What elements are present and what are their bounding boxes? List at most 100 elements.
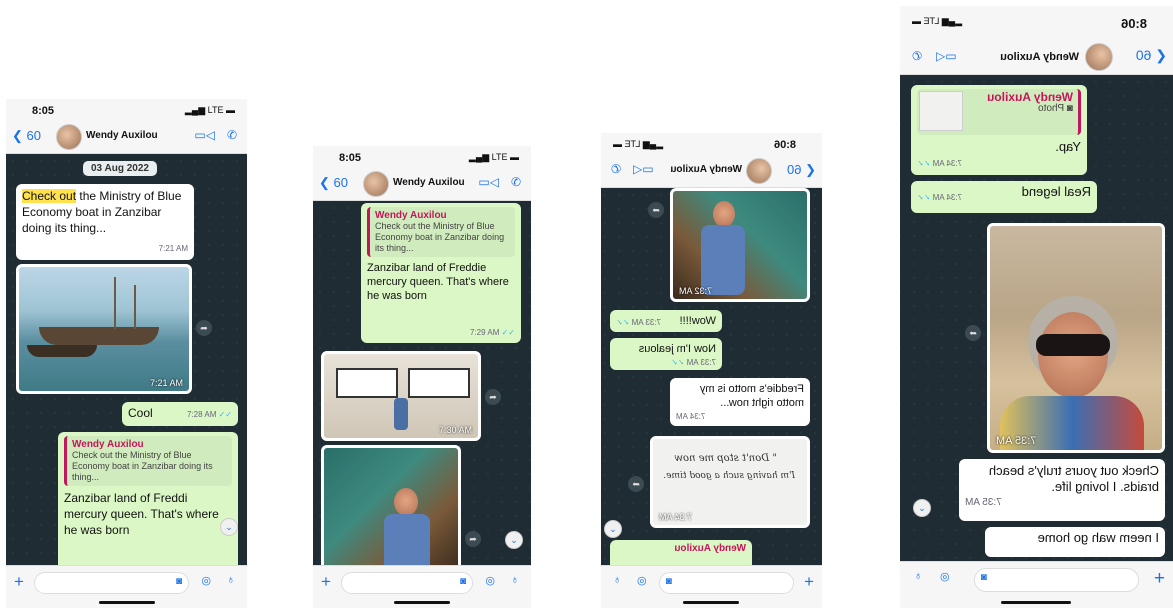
photo-time: 7:34 AM (659, 512, 693, 522)
signal-indicator: ▂▄▆ LTE ▬ (912, 16, 963, 26)
chat-area[interactable]: 7:32 AM ➦ Wow!!!! 7:33 AM ✓✓ Now I'm jea… (601, 188, 822, 566)
camera-icon[interactable]: ◎ (637, 574, 647, 587)
quoted-message[interactable]: Wendy Auxilou Check out the Ministry of … (367, 207, 515, 257)
boat-photo[interactable]: 7:21 AM (16, 264, 192, 394)
scroll-down-button[interactable]: ⌄ (220, 518, 238, 536)
home-indicator (394, 601, 450, 604)
bar-photo[interactable]: 7:32 AM (670, 188, 810, 302)
message-input[interactable]: ◙ (341, 572, 473, 594)
forward-icon[interactable]: ➦ (628, 476, 644, 492)
phone-screen-4: 8:06 ▂▄▆ LTE ▬ ❮ 60 Wendy Auxilou ▭◁ ✆ W… (900, 6, 1173, 608)
message-bubble[interactable]: Check out yours truly's beach braids. I … (959, 459, 1165, 521)
framed-picture (408, 368, 470, 398)
avatar[interactable] (363, 171, 389, 197)
read-ticks-icon: ✓✓ (671, 358, 685, 367)
message-bubble[interactable]: Cool 7:28 AM ✓✓ (122, 402, 238, 426)
status-bar: 8:06 ▂▄▆ LTE ▬ (601, 133, 822, 155)
plus-icon[interactable]: + (321, 572, 331, 592)
message-text: Zanzibar land of Freddi mercury queen. T… (64, 491, 219, 537)
message-bubble[interactable]: Wendy Auxilou Check out the Ministry of … (58, 432, 238, 566)
read-ticks-icon: ✓✓ (917, 193, 931, 202)
scroll-down-button[interactable]: ⌄ (604, 520, 622, 538)
status-time: 8:05 (32, 105, 55, 117)
status-time: 8:05 (339, 152, 362, 164)
plus-icon[interactable]: + (804, 572, 814, 592)
contact-name[interactable]: Wendy Auxilou (670, 164, 742, 175)
scroll-down-button[interactable]: ⌄ (505, 531, 523, 549)
message-input[interactable]: ◙ (34, 572, 189, 594)
scroll-down-button[interactable]: ⌄ (913, 499, 931, 517)
beach-selfie-photo[interactable]: 7:35 AM (987, 223, 1165, 453)
chat-area[interactable]: Wendy Auxilou Check out the Ministry of … (313, 201, 531, 566)
contact-name[interactable]: Wendy Auxilou (1000, 51, 1079, 63)
message-input[interactable]: ◙ (974, 568, 1139, 592)
person-shape (394, 488, 418, 516)
phone-icon[interactable]: ✆ (227, 128, 237, 142)
person-shape (394, 398, 408, 430)
signal-indicator: ▂▄▆ LTE ▬ (184, 105, 235, 115)
forward-icon[interactable]: ➦ (465, 531, 481, 547)
person-body (701, 225, 745, 295)
forward-icon[interactable]: ➦ (196, 320, 212, 336)
forward-icon[interactable]: ➦ (485, 389, 501, 405)
camera-icon[interactable]: ◎ (485, 574, 495, 587)
chat-area[interactable]: Wendy Auxilou ◙ Photo Yap. 7:34 AM ✓✓ Re… (900, 75, 1173, 562)
quoted-thumbnail (919, 91, 963, 131)
back-button[interactable]: ❮ 60 (12, 128, 41, 144)
message-input[interactable]: ◙ (659, 572, 794, 594)
avatar[interactable] (56, 124, 82, 150)
mic-icon[interactable]: ♁ (227, 574, 235, 586)
read-ticks-icon: ✓✓ (616, 318, 630, 327)
composer-bar: + ◙ ◎ ♁ (6, 565, 247, 608)
message-bubble[interactable]: Wow!!!! 7:33 AM ✓✓ (610, 310, 722, 332)
quoted-sender: Wendy Auxilou (986, 90, 1073, 104)
message-bubble[interactable]: Wendy Auxilou (610, 540, 752, 566)
home-indicator (683, 601, 740, 604)
mic-icon[interactable]: ♁ (613, 574, 621, 586)
plus-icon[interactable]: + (1154, 568, 1165, 590)
avatar[interactable] (1085, 43, 1113, 71)
message-bubble[interactable]: Freddie's motto is my motto right now...… (670, 378, 810, 426)
back-button[interactable]: ❮ 60 (1136, 47, 1167, 64)
quoted-text: Check out the Ministry of Blue Economy b… (375, 221, 505, 253)
wall-photo[interactable]: 7:30 AM (321, 351, 481, 441)
back-button[interactable]: ❮ 60 (319, 175, 348, 191)
sticker-icon[interactable]: ◙ (666, 576, 672, 587)
message-bubble[interactable]: Real legend 7:34 AM ✓✓ (911, 181, 1097, 213)
quoted-message[interactable]: Wendy Auxilou Check out the Ministry of … (64, 436, 232, 486)
contact-name[interactable]: Wendy Auxilou (86, 130, 158, 141)
read-ticks-icon: ✓✓ (501, 328, 515, 337)
mic-icon[interactable]: ♁ (511, 574, 519, 586)
message-bubble[interactable]: I neem wah go home (985, 527, 1165, 557)
phone-icon[interactable]: ✆ (912, 49, 922, 63)
camera-icon[interactable]: ◎ (940, 570, 950, 583)
message-bubble[interactable]: Wendy Auxilou ◙ Photo Yap. 7:34 AM ✓✓ (911, 85, 1087, 175)
bar-photo[interactable] (321, 445, 461, 566)
video-icon[interactable]: ▭◁ (936, 49, 957, 63)
quoted-message[interactable]: Wendy Auxilou ◙ Photo (917, 89, 1081, 135)
phone-icon[interactable]: ✆ (611, 162, 621, 176)
sticker-icon[interactable]: ◙ (460, 576, 466, 587)
plus-icon[interactable]: + (14, 572, 24, 592)
message-time: 7:34 AM (676, 412, 706, 421)
phone-icon[interactable]: ✆ (511, 175, 521, 189)
chat-area[interactable]: 03 Aug 2022 Check out the Ministry of Bl… (6, 154, 247, 566)
video-icon[interactable]: ▭◁ (478, 175, 499, 189)
camera-icon[interactable]: ◎ (201, 574, 211, 587)
message-bubble[interactable]: Now I'm jealous 7:33 AM ✓✓ (610, 338, 722, 370)
forward-icon[interactable]: ➦ (648, 202, 664, 218)
handwritten-note-photo[interactable]: " Don't stop me now I'm having such a go… (650, 436, 810, 528)
video-icon[interactable]: ▭◁ (633, 162, 654, 176)
message-bubble[interactable]: Check out the Ministry of Blue Economy b… (16, 184, 194, 260)
forward-icon[interactable]: ➦ (965, 325, 981, 341)
video-icon[interactable]: ▭◁ (194, 128, 215, 142)
avatar[interactable] (746, 158, 772, 184)
message-bubble[interactable]: Wendy Auxilou Check out the Ministry of … (361, 203, 521, 343)
mic-icon[interactable]: ♁ (914, 570, 922, 582)
sticker-icon[interactable]: ◙ (176, 576, 182, 587)
back-button[interactable]: ❮ 60 (787, 162, 816, 178)
contact-name[interactable]: Wendy Auxilou (393, 177, 465, 188)
message-time: 7:34 AM (932, 193, 962, 202)
sticker-icon[interactable]: ◙ (981, 572, 987, 583)
signal-indicator: ▂▄▆ LTE ▬ (468, 152, 519, 162)
